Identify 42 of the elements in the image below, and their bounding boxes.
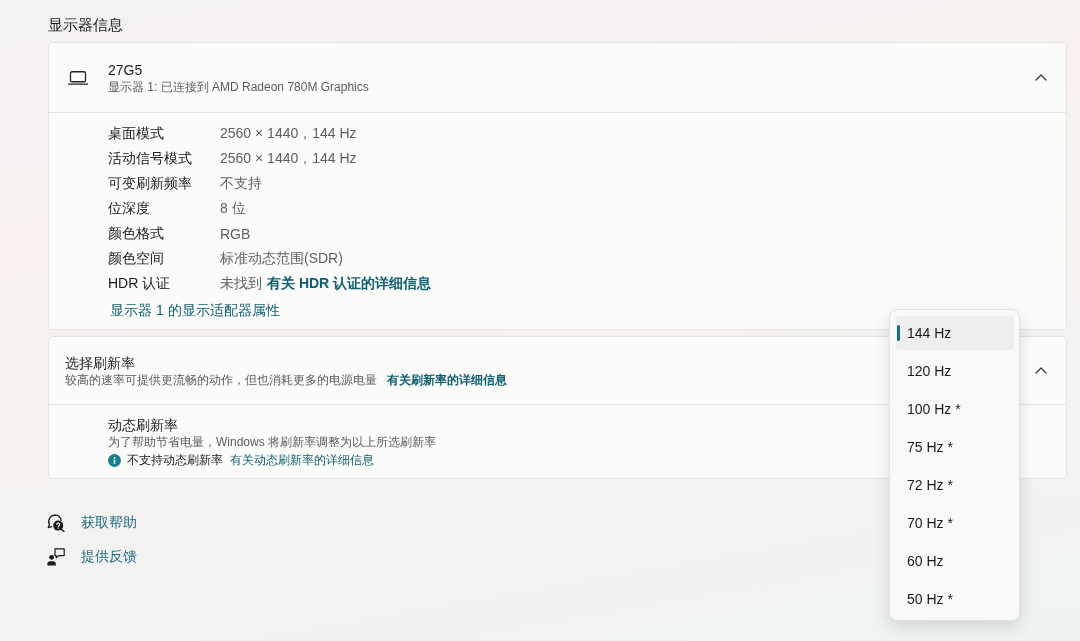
menu-item[interactable]: 70 Hz *: [896, 506, 1014, 540]
details-link[interactable]: 有关 HDR 认证的详细信息: [267, 274, 432, 293]
property-label: 位深度: [108, 199, 151, 218]
menu-item[interactable]: 75 Hz *: [896, 430, 1014, 464]
refresh-rate-description: 较高的速率可提供更流畅的动作，但也消耗更多的电源电量: [65, 371, 377, 388]
property-label: 活动信号模式: [108, 149, 193, 168]
property-value: 不支持: [220, 174, 262, 193]
feedback-link[interactable]: 提供反馈: [81, 548, 137, 566]
dynamic-refresh-description: 为了帮助节省电量，Windows 将刷新率调整为以上所选刷新率: [108, 434, 436, 450]
menu-item[interactable]: 100 Hz *: [896, 392, 1014, 426]
menu-item[interactable]: 72 Hz *: [896, 468, 1014, 502]
help-icon: [47, 514, 65, 532]
property-value: 8 位: [220, 199, 246, 218]
property-label: 颜色格式: [108, 224, 165, 243]
section-title: 显示器信息: [48, 15, 124, 35]
property-value: 未找到: [220, 274, 262, 293]
chevron-up-icon[interactable]: [1035, 367, 1047, 374]
property-label: 颜色空间: [108, 249, 165, 268]
property-value: 2560 × 1440，144 Hz: [220, 149, 357, 168]
menu-item[interactable]: 50 Hz *: [896, 582, 1014, 616]
feedback-icon: [47, 548, 65, 566]
refresh-rate-link[interactable]: 有关刷新率的详细信息: [387, 371, 507, 388]
get-help-link[interactable]: 获取帮助: [81, 514, 137, 532]
info-icon: [108, 453, 121, 467]
property-value: RGB: [220, 225, 251, 242]
laptop-icon: [68, 70, 88, 85]
menu-item[interactable]: 60 Hz: [896, 544, 1014, 578]
menu-item[interactable]: 144 Hz: [896, 316, 1014, 350]
refresh-rate-title: 选择刷新率: [65, 353, 135, 372]
display-name: 27G5: [108, 60, 143, 79]
property-label: HDR 认证: [108, 274, 172, 293]
property-label: 可变刷新频率: [108, 174, 193, 193]
property-label: 桌面模式: [108, 124, 165, 143]
dynamic-refresh-title: 动态刷新率: [108, 416, 178, 434]
adapter-properties-link[interactable]: 显示器 1 的显示适配器属性: [110, 302, 280, 320]
property-value: 2560 × 1440，144 Hz: [220, 124, 357, 143]
menu-item[interactable]: 120 Hz: [896, 354, 1014, 388]
display-connection-text: 显示器 1: 已连接到 AMD Radeon 780M Graphics: [108, 78, 369, 95]
property-value: 标准动态范围(SDR): [220, 249, 343, 268]
chevron-up-icon[interactable]: [1035, 74, 1047, 81]
dynamic-refresh-link[interactable]: 有关动态刷新率的详细信息: [230, 452, 374, 468]
unsupported-notice: 不支持动态刷新率: [127, 452, 223, 468]
